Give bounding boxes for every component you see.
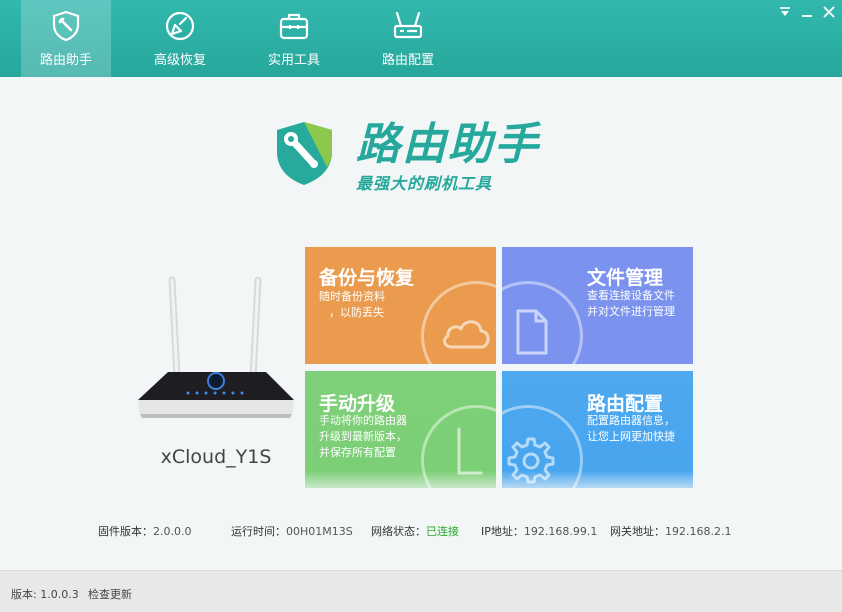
file-icon — [516, 309, 548, 355]
app-logo-title: 路由助手 — [356, 119, 540, 170]
close-icon — [823, 6, 835, 18]
gateway-address-status: 网关地址：192.168.2.1 — [610, 523, 731, 539]
tab-advanced-recovery[interactable]: 高级恢复 — [135, 0, 225, 77]
manual-upgrade-tile[interactable]: 手动升级 手动将你的路由器 升级到最新版本， 并保存所有配置 — [305, 371, 496, 488]
tab-label: 路由配置 — [381, 53, 434, 68]
cloud-icon — [443, 320, 490, 349]
ip-address-status: IP地址：192.168.99.1 — [481, 523, 597, 539]
app-logo-subtitle: 最强大的刷机工具 — [356, 174, 493, 193]
broom-icon — [165, 11, 195, 41]
tile-desc-line1: 随时备份资料 — [319, 290, 385, 303]
tile-desc-line1: 查看连接设备文件 — [587, 289, 675, 302]
network-status-value: 已连接 — [426, 525, 459, 538]
ip-address-label: IP地址： — [481, 525, 524, 538]
file-management-tile[interactable]: 文件管理 查看连接设备文件 并对文件进行管理 — [502, 247, 693, 364]
close-button[interactable] — [821, 4, 837, 20]
tile-desc-line1: 配置路由器信息， — [587, 414, 675, 427]
router-model-name: xCloud_Y1S — [160, 446, 272, 468]
tile-desc-line2: 让您上网更加快捷 — [587, 430, 675, 443]
tab-router-assistant[interactable]: 路由助手 — [21, 0, 111, 77]
tab-label: 路由助手 — [39, 53, 92, 68]
router-image — [138, 276, 294, 418]
tile-desc-line2: 升级到最新版本， — [319, 430, 407, 443]
firmware-version-label: 固件版本： — [98, 525, 153, 538]
top-header: 路由助手 高级恢复 实用工具 路由配置 — [0, 0, 842, 77]
gateway-address-label: 网关地址： — [610, 525, 665, 538]
gateway-address-value: 192.168.2.1 — [665, 525, 732, 538]
tab-label: 实用工具 — [267, 53, 320, 68]
firmware-version-status: 固件版本：2.0.0.0 — [98, 523, 191, 539]
tile-title: 路由配置 — [587, 393, 664, 415]
backup-restore-tile[interactable]: 备份与恢复 随时备份资料 ，以防丢失 — [305, 247, 496, 364]
minimize-button[interactable] — [799, 4, 815, 20]
minimize-icon — [802, 15, 812, 17]
tab-label: 高级恢复 — [153, 53, 206, 68]
uptime-status: 运行时间：00H01M13S — [231, 523, 353, 539]
tile-desc-line3: 并保存所有配置 — [319, 446, 396, 459]
tile-title: 手动升级 — [319, 393, 396, 415]
tile-desc-line1: 手动将你的路由器 — [319, 414, 407, 427]
uptime-value: 00H01M13S — [286, 525, 353, 538]
network-status-label: 网络状态： — [371, 525, 426, 538]
menu-icon — [780, 7, 790, 16]
wrench-shield-icon — [52, 10, 80, 42]
footer-bar: 版本: 1.0.0.3 检查更新 — [0, 570, 842, 612]
router-icon — [393, 11, 423, 39]
router-config-tile[interactable]: 路由配置 配置路由器信息， 让您上网更加快捷 — [502, 371, 693, 488]
clock-icon — [457, 427, 483, 475]
gear-icon — [507, 437, 555, 484]
tile-title: 备份与恢复 — [319, 267, 415, 289]
shield-wrench-icon — [277, 122, 332, 185]
menu-button[interactable] — [777, 4, 793, 20]
check-update-link[interactable]: 检查更新 — [88, 586, 132, 602]
tile-title: 文件管理 — [587, 267, 664, 289]
app-version: 版本: 1.0.0.3 — [11, 588, 79, 601]
tile-desc-line2: ，以防丢失 — [329, 306, 384, 319]
network-status: 网络状态：已连接 — [371, 523, 459, 539]
tile-desc-line2: 并对文件进行管理 — [587, 305, 675, 318]
tab-router-config[interactable]: 路由配置 — [363, 0, 453, 77]
uptime-label: 运行时间： — [231, 525, 286, 538]
firmware-version-value: 2.0.0.0 — [153, 525, 192, 538]
tab-utilities[interactable]: 实用工具 — [249, 0, 339, 77]
ip-address-value: 192.168.99.1 — [523, 525, 598, 538]
toolbox-icon — [279, 13, 309, 40]
